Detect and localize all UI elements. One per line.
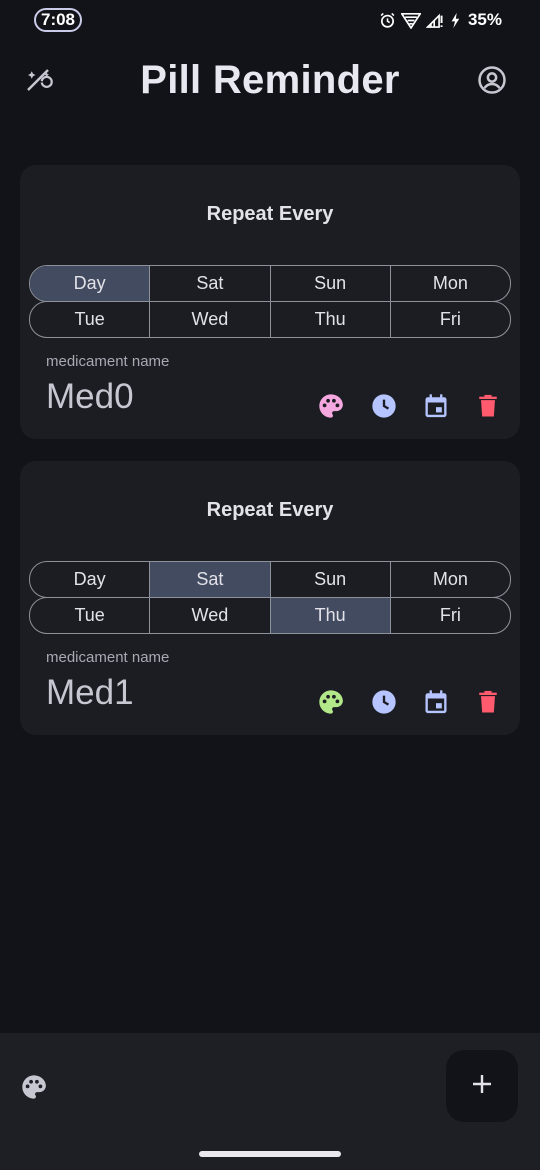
- home-indicator[interactable]: [199, 1151, 341, 1157]
- medicament-name-label: medicament name: [46, 649, 170, 666]
- calendar-icon: [422, 392, 450, 425]
- day-option-day[interactable]: Day: [30, 266, 150, 301]
- color-button[interactable]: [316, 689, 346, 719]
- day-option-sat[interactable]: Sat: [149, 562, 270, 597]
- date-button[interactable]: [421, 393, 451, 423]
- delete-button[interactable]: [473, 689, 503, 719]
- medicament-name-label: medicament name: [46, 353, 170, 370]
- color-button[interactable]: [316, 393, 346, 423]
- day-option-tue[interactable]: Tue: [30, 598, 149, 633]
- medicament-name-field[interactable]: Med0: [46, 377, 134, 417]
- status-bar: 7:08 35%: [0, 0, 540, 40]
- app-bar: Pill Reminder: [0, 40, 540, 124]
- medicine-card: Repeat Every Day Sat Sun Mon Tue Wed Thu…: [20, 165, 520, 439]
- day-option-wed[interactable]: Wed: [149, 598, 269, 633]
- day-row: Tue Wed Thu Fri: [29, 597, 511, 634]
- theme-color-button[interactable]: [20, 1073, 50, 1103]
- page-title: Pill Reminder: [140, 58, 400, 102]
- bottom-app-bar: [0, 1033, 540, 1170]
- day-option-sun[interactable]: Sun: [269, 562, 390, 597]
- repeat-days-selector: Day Sat Sun Mon Tue Wed Thu Fri: [29, 561, 511, 635]
- clock-icon: [370, 688, 398, 721]
- day-option-fri[interactable]: Fri: [389, 598, 510, 633]
- screen: 7:08 35% Pill Reminder Repeat Every Day …: [0, 0, 540, 1170]
- wifi-icon: [400, 12, 421, 29]
- time-button[interactable]: [369, 393, 399, 423]
- date-button[interactable]: [421, 689, 451, 719]
- card-heading: Repeat Every: [206, 203, 334, 225]
- calendar-icon: [422, 688, 450, 721]
- add-medicine-button[interactable]: [446, 1050, 518, 1122]
- day-row: Day Sat Sun Mon: [29, 561, 511, 598]
- alarm-icon: [379, 12, 396, 29]
- account-circle-icon: [477, 65, 507, 100]
- palette-icon: [317, 392, 345, 425]
- day-option-sat[interactable]: Sat: [149, 266, 269, 301]
- account-button[interactable]: [472, 62, 512, 102]
- repeat-days-selector: Day Sat Sun Mon Tue Wed Thu Fri: [29, 265, 511, 339]
- status-icons: 35%: [379, 9, 502, 31]
- day-option-thu[interactable]: Thu: [269, 598, 390, 633]
- day-option-fri[interactable]: Fri: [389, 302, 510, 337]
- add-icon: [470, 1072, 494, 1101]
- medicament-name-field[interactable]: Med1: [46, 673, 134, 713]
- signal-icon: [425, 12, 444, 29]
- battery-percent: 35%: [467, 10, 502, 29]
- day-option-mon[interactable]: Mon: [389, 562, 510, 597]
- medicine-card: Repeat Every Day Sat Sun Mon Tue Wed Thu…: [20, 461, 520, 735]
- clock-icon: [370, 392, 398, 425]
- trash-icon: [474, 392, 502, 425]
- day-option-mon[interactable]: Mon: [389, 266, 510, 301]
- day-option-wed[interactable]: Wed: [149, 302, 269, 337]
- card-heading: Repeat Every: [206, 499, 334, 521]
- trash-icon: [474, 688, 502, 721]
- day-option-sun[interactable]: Sun: [269, 266, 390, 301]
- palette-icon: [317, 688, 345, 721]
- day-option-thu[interactable]: Thu: [269, 302, 390, 337]
- time-button[interactable]: [369, 689, 399, 719]
- day-row: Day Sat Sun Mon: [29, 265, 511, 302]
- palette-icon: [20, 1075, 48, 1105]
- day-option-tue[interactable]: Tue: [30, 302, 149, 337]
- delete-button[interactable]: [473, 393, 503, 423]
- status-time: 7:08: [34, 8, 82, 32]
- charging-icon: [449, 12, 461, 29]
- day-option-day[interactable]: Day: [30, 562, 149, 597]
- day-row: Tue Wed Thu Fri: [29, 301, 511, 338]
